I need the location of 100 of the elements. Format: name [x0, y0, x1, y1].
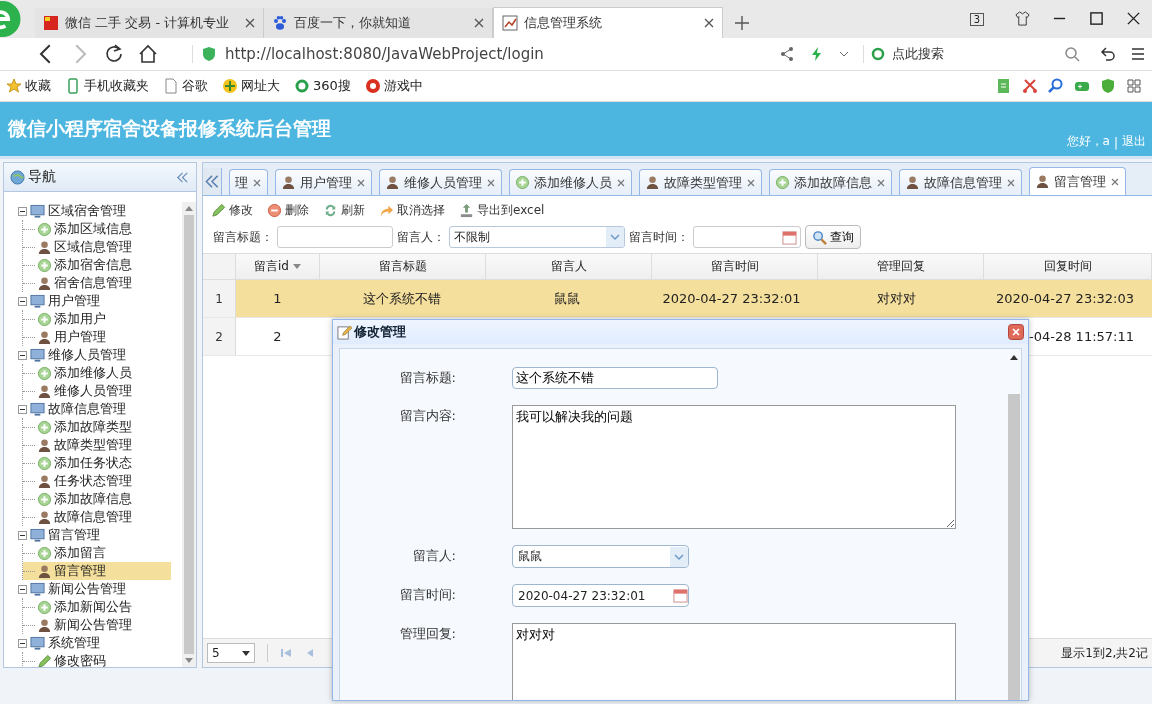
grid-icon[interactable]	[1126, 78, 1142, 94]
scrollbar[interactable]	[182, 202, 196, 667]
tree-item[interactable]: 添加用户	[23, 310, 171, 328]
close-icon[interactable]	[1126, 11, 1141, 26]
tab[interactable]: 添加故障信息	[769, 169, 892, 195]
close-icon[interactable]	[704, 18, 714, 28]
bookmark-link[interactable]: 收藏	[6, 77, 51, 95]
scroll-left-icon[interactable]	[203, 168, 222, 195]
tree-item[interactable]: 添加区域信息	[23, 220, 171, 238]
bookmark-link[interactable]: 360搜	[294, 77, 351, 95]
maximize-icon[interactable]	[1089, 11, 1104, 26]
tab[interactable]: 添加维修人员	[509, 169, 632, 195]
toolbar-button[interactable]: 删除	[267, 202, 309, 219]
collapse-box-icon[interactable]	[18, 206, 27, 216]
text-area[interactable]: 我可以解决我的问题	[512, 405, 956, 529]
tree-item[interactable]: 修改密码	[23, 652, 171, 667]
menu-icon[interactable]	[1130, 46, 1146, 62]
column-header[interactable]: 留言人	[486, 254, 652, 279]
chevron-down-icon[interactable]	[839, 51, 849, 57]
tree-item[interactable]: 留言管理	[23, 562, 171, 580]
undo-icon[interactable]	[1100, 46, 1116, 62]
scissors-icon[interactable]	[1022, 78, 1038, 94]
tree-item[interactable]: 任务状态管理	[23, 472, 171, 490]
tree-item[interactable]: 添加任务状态	[23, 454, 171, 472]
input-field[interactable]: 这个系统不错	[512, 367, 718, 389]
home-icon[interactable]	[138, 44, 158, 64]
tree-group[interactable]: 留言管理	[18, 526, 182, 544]
scroll-down-icon[interactable]	[185, 658, 193, 663]
tree-item[interactable]: 添加新闻公告	[23, 598, 171, 616]
tree-item[interactable]: 故障类型管理	[23, 436, 171, 454]
bookmark-link[interactable]: 网址大	[222, 77, 280, 95]
browser-tab[interactable]: 百度一下，你就知道	[264, 8, 493, 38]
tab[interactable]: 理	[229, 169, 268, 195]
close-icon[interactable]	[245, 18, 255, 28]
tree-group[interactable]: 维修人员管理	[18, 346, 182, 364]
scroll-up-icon[interactable]	[1010, 355, 1018, 360]
magnifier-icon[interactable]	[1048, 78, 1064, 94]
toolbar-button[interactable]: 刷新	[323, 202, 365, 219]
new-tab-icon[interactable]	[735, 16, 749, 30]
column-header[interactable]: 留言标题	[320, 254, 486, 279]
tree-item[interactable]: 用户管理	[23, 328, 171, 346]
column-header[interactable]: 留言时间	[652, 254, 818, 279]
tree-group[interactable]: 新闻公告管理	[18, 580, 182, 598]
tree-item[interactable]: 新闻公告管理	[23, 616, 171, 634]
tab[interactable]: 维修人员管理	[379, 169, 502, 195]
bookmark-link[interactable]: 游戏中	[364, 77, 423, 95]
tree-item[interactable]: 维修人员管理	[23, 382, 171, 400]
tab[interactable]: 故障信息管理	[899, 169, 1022, 195]
bookmark-link[interactable]: 谷歌	[163, 77, 208, 95]
scrollbar-thumb[interactable]	[1008, 394, 1020, 700]
tree-item[interactable]: 添加故障信息	[23, 490, 171, 508]
calendar-icon[interactable]	[782, 229, 797, 245]
tree-item[interactable]: 添加宿舍信息	[23, 256, 171, 274]
scrollbar-thumb[interactable]	[184, 215, 194, 654]
collapse-box-icon[interactable]	[18, 638, 27, 648]
select-field[interactable]: 不限制	[449, 226, 625, 248]
tab[interactable]: 留言管理	[1029, 167, 1126, 195]
tree-group[interactable]: 系统管理	[18, 634, 182, 652]
tree-item[interactable]: 故障信息管理	[23, 508, 171, 526]
address-bar[interactable]: http://localhost:8080/JavaWebProject/login	[192, 45, 544, 63]
tree-item[interactable]: 宿舍信息管理	[23, 274, 171, 292]
input-field[interactable]	[277, 226, 393, 248]
shield-icon[interactable]	[1100, 78, 1116, 94]
tree-item[interactable]: 添加留言	[23, 544, 171, 562]
tree-group[interactable]: 区域宿舍管理	[18, 202, 182, 220]
tab[interactable]: 故障类型管理	[639, 169, 762, 195]
calendar-icon[interactable]	[673, 588, 688, 603]
date-field[interactable]	[693, 226, 801, 248]
collapse-box-icon[interactable]	[18, 350, 27, 360]
bookmark-link[interactable]: 手机收藏夹	[65, 77, 149, 95]
tree-item[interactable]: 区域信息管理	[23, 238, 171, 256]
tree-item[interactable]: 添加故障类型	[23, 418, 171, 436]
browser-tab[interactable]: 信息管理系统	[493, 7, 723, 38]
column-header[interactable]: 回复时间	[984, 254, 1152, 279]
tab-count[interactable]: 3	[969, 13, 984, 26]
column-header[interactable]: 留言id	[236, 254, 320, 279]
tree-item[interactable]: 添加维修人员	[23, 364, 171, 382]
search-button[interactable]: 查询	[805, 225, 861, 249]
toolbar-button[interactable]: 取消选择	[379, 202, 445, 219]
tree-group[interactable]: 用户管理	[18, 292, 182, 310]
collapse-box-icon[interactable]	[18, 584, 27, 594]
collapse-box-icon[interactable]	[18, 296, 27, 306]
browser-tab[interactable]: 微信 二手 交易 - 计算机专业	[35, 8, 264, 38]
toolbar-button[interactable]: 导出到excel	[459, 202, 545, 219]
column-header[interactable]: 管理回复	[818, 254, 984, 279]
reload-icon[interactable]	[104, 44, 124, 64]
table-row[interactable]: 1 1 这个系统不错 鼠鼠 2020-04-27 23:32:01 对对对 2020-04-27 23:32:03	[203, 280, 1152, 318]
date-field[interactable]: 2020-04-27 23:32:01	[512, 584, 689, 607]
page-size-select[interactable]: 5	[207, 643, 255, 663]
share-icon[interactable]	[779, 46, 795, 62]
toolbar-button[interactable]: 修改	[211, 202, 253, 219]
shirt-icon[interactable]	[1015, 11, 1030, 26]
collapse-box-icon[interactable]	[18, 404, 27, 414]
close-icon[interactable]	[474, 18, 484, 28]
search-engine-field[interactable]: 点此搜索	[863, 45, 1086, 63]
document-icon[interactable]	[996, 78, 1012, 94]
text-area[interactable]: 对对对	[512, 623, 956, 700]
tree-group[interactable]: 故障信息管理	[18, 400, 182, 418]
select-field[interactable]: 鼠鼠	[512, 545, 689, 568]
collapse-box-icon[interactable]	[18, 530, 27, 540]
